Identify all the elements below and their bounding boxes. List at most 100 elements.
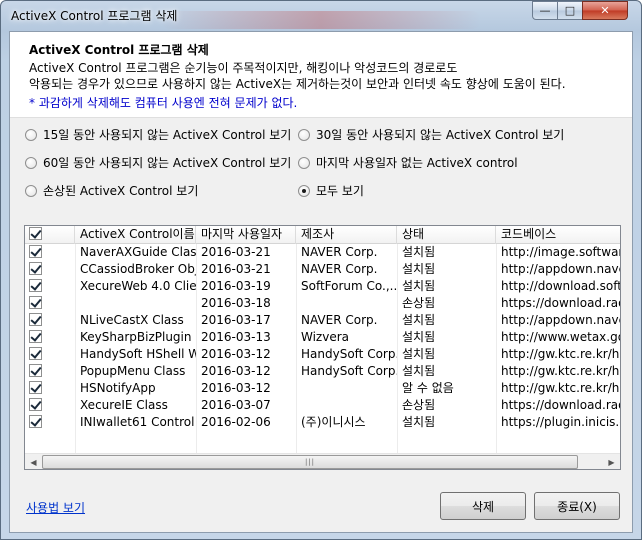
row-select-cell[interactable] (25, 346, 75, 363)
radio-circle[interactable] (25, 128, 37, 141)
table-row[interactable]: KeySharpBizPlugin ... 2016-03-13 Wizvera 설치… (25, 329, 620, 346)
header-title: ActiveX Control 프로그램 삭제 (29, 43, 209, 57)
filter-label: 15일 동안 사용되지 않는 ActiveX Control 보기 (43, 128, 292, 142)
radio-circle[interactable] (298, 156, 310, 169)
cell-codebase: http://download.softfor (501, 279, 621, 293)
title-decoration (161, 11, 481, 29)
scroll-thumb[interactable]: ||| (42, 455, 578, 469)
table-row[interactable]: PopupMenu Class 2016-03-12 HandySoft Corp.… (25, 363, 620, 380)
cell-codebase: https://download.raonse (501, 398, 620, 412)
header-panel: ActiveX Control 프로그램 삭제 ActiveX Control … (10, 32, 632, 118)
cell-codebase: http://appdown.naver.c (501, 262, 620, 276)
cell-status: 설치됨 (402, 347, 436, 361)
cell-status: 설치됨 (402, 330, 436, 344)
column-header-last-used[interactable]: 마지막 사용일자 (196, 226, 296, 244)
cell-vendor: HandySoft Corp. (301, 347, 397, 361)
row-checkbox[interactable] (29, 347, 42, 360)
cell-codebase: http://appdown.naver.c (501, 313, 620, 327)
cell-name: KeySharpBizPlugin ... (80, 330, 196, 344)
radio-circle[interactable] (25, 184, 37, 197)
window-title: ActiveX Control 프로그램 삭제 (11, 9, 178, 23)
radio-circle-selected[interactable] (298, 184, 310, 197)
minimize-icon: — (539, 4, 551, 17)
row-select-cell[interactable] (25, 244, 75, 261)
row-checkbox[interactable] (29, 313, 42, 326)
row-checkbox[interactable] (29, 398, 42, 411)
row-checkbox[interactable] (29, 279, 42, 292)
scroll-right-arrow[interactable]: ▶ (603, 454, 620, 469)
exit-button-label: 종료(X) (557, 499, 597, 514)
row-checkbox[interactable] (29, 415, 42, 428)
cell-status: 알 수 없음 (402, 381, 454, 395)
row-checkbox[interactable] (29, 245, 42, 258)
radio-circle[interactable] (298, 128, 310, 141)
select-all-checkbox[interactable] (29, 227, 42, 240)
dialog-window: ActiveX Control 프로그램 삭제 — □ ✕ ActiveX Co… (0, 0, 642, 540)
filter-no-last-used[interactable]: 마지막 사용일자 없는 ActiveX control (298, 154, 518, 171)
table-row[interactable]: CCassiodBroker Obj... 2016-03-21 NAVER Cor… (25, 261, 620, 278)
cell-last-used: 2016-03-19 (201, 279, 271, 293)
maximize-button[interactable]: □ (557, 1, 583, 20)
row-checkbox[interactable] (29, 262, 42, 275)
table-row[interactable]: NaverAXGuide Class 2016-03-21 NAVER Corp. 설… (25, 244, 621, 261)
cell-name: NLiveCastX Class (80, 313, 184, 327)
row-select-cell[interactable] (25, 414, 75, 431)
minimize-button[interactable]: — (532, 1, 558, 20)
row-checkbox[interactable] (29, 381, 42, 394)
radio-circle[interactable] (25, 156, 37, 169)
table-row[interactable]: NLiveCastX Class 2016-03-17 NAVER Corp. 설치됨… (25, 312, 620, 329)
column-header-status[interactable]: 상태 (397, 226, 496, 244)
cell-vendor: NAVER Corp. (301, 262, 378, 276)
filter-row-2: 60일 동안 사용되지 않는 ActiveX Control 보기 마지막 사용… (10, 154, 630, 174)
row-select-cell[interactable] (25, 261, 75, 278)
delete-button[interactable]: 삭제 (440, 492, 526, 520)
column-header-codebase[interactable]: 코드베이스 (496, 226, 620, 244)
filter-30-days[interactable]: 30일 동안 사용되지 않는 ActiveX Control 보기 (298, 126, 564, 143)
cell-codebase: http://gw.ktc.re.kr/hsno (501, 381, 620, 395)
select-all-header[interactable] (25, 226, 75, 244)
header-description-line1: ActiveX Control 프로그램은 순기능이 주목적이지만, 해킹이나 … (29, 61, 458, 75)
list-rows: NaverAXGuide Class 2016-03-21 NAVER Corp. 설… (25, 244, 621, 431)
row-select-cell[interactable] (25, 363, 75, 380)
cell-last-used: 2016-03-07 (201, 398, 271, 412)
table-row[interactable]: INIwallet61 Control 2016-02-06 (주)이니시스 설치됨 h… (25, 414, 620, 431)
delete-button-label: 삭제 (471, 499, 495, 514)
row-checkbox[interactable] (29, 330, 42, 343)
cell-last-used: 2016-03-12 (201, 381, 271, 395)
cell-last-used: 2016-03-21 (201, 262, 271, 276)
cell-name: HandySoft HShell W... (80, 347, 196, 361)
row-checkbox[interactable] (29, 364, 42, 377)
table-row[interactable]: XecureWeb 4.0 Clie... 2016-03-19 SoftForum… (25, 278, 621, 295)
filter-show-all[interactable]: 모두 보기 (298, 182, 364, 199)
column-header-name[interactable]: ActiveX Control이름 (75, 226, 196, 244)
row-select-cell[interactable] (25, 329, 75, 346)
cell-status: 설치됨 (402, 262, 436, 276)
row-checkbox[interactable] (29, 296, 42, 309)
close-button[interactable]: ✕ (582, 1, 628, 20)
table-row[interactable]: XecureIE Class 2016-03-07 손상됨 https://downl… (25, 397, 620, 414)
cell-codebase: http://image.software.n (501, 245, 621, 259)
table-row[interactable]: 2016-03-18 손상됨 https://download.raonse (25, 295, 620, 312)
filter-damaged[interactable]: 손상된 ActiveX Control 보기 (25, 182, 198, 199)
row-select-cell[interactable] (25, 295, 75, 312)
row-select-cell[interactable] (25, 397, 75, 414)
table-row[interactable]: HandySoft HShell W... 2016-03-12 HandySoft… (25, 346, 620, 363)
close-icon: ✕ (600, 4, 610, 17)
filter-60-days[interactable]: 60일 동안 사용되지 않는 ActiveX Control 보기 (25, 154, 291, 171)
row-select-cell[interactable] (25, 312, 75, 329)
row-select-cell[interactable] (25, 278, 75, 295)
cell-status: 설치됨 (402, 313, 436, 327)
cell-codebase: https://download.raonse (501, 296, 620, 310)
exit-button[interactable]: 종료(X) (534, 492, 620, 520)
horizontal-scrollbar[interactable]: ◀ ||| ▶ (25, 453, 620, 469)
usage-guide-link[interactable]: 사용법 보기 (26, 499, 85, 516)
title-bar[interactable]: ActiveX Control 프로그램 삭제 — □ ✕ (1, 1, 641, 29)
column-header-vendor[interactable]: 제조사 (296, 226, 397, 244)
table-row[interactable]: HSNotifyApp 2016-03-12 알 수 없음 http://gw.ktc… (25, 380, 620, 397)
cell-status: 설치됨 (402, 279, 436, 293)
row-select-cell[interactable] (25, 380, 75, 397)
filter-15-days[interactable]: 15일 동안 사용되지 않는 ActiveX Control 보기 (25, 126, 291, 143)
cell-last-used: 2016-03-13 (201, 330, 271, 344)
scroll-left-arrow[interactable]: ◀ (25, 454, 42, 469)
activex-list[interactable]: ActiveX Control이름 마지막 사용일자 제조사 상태 코드베이스 … (24, 225, 621, 470)
